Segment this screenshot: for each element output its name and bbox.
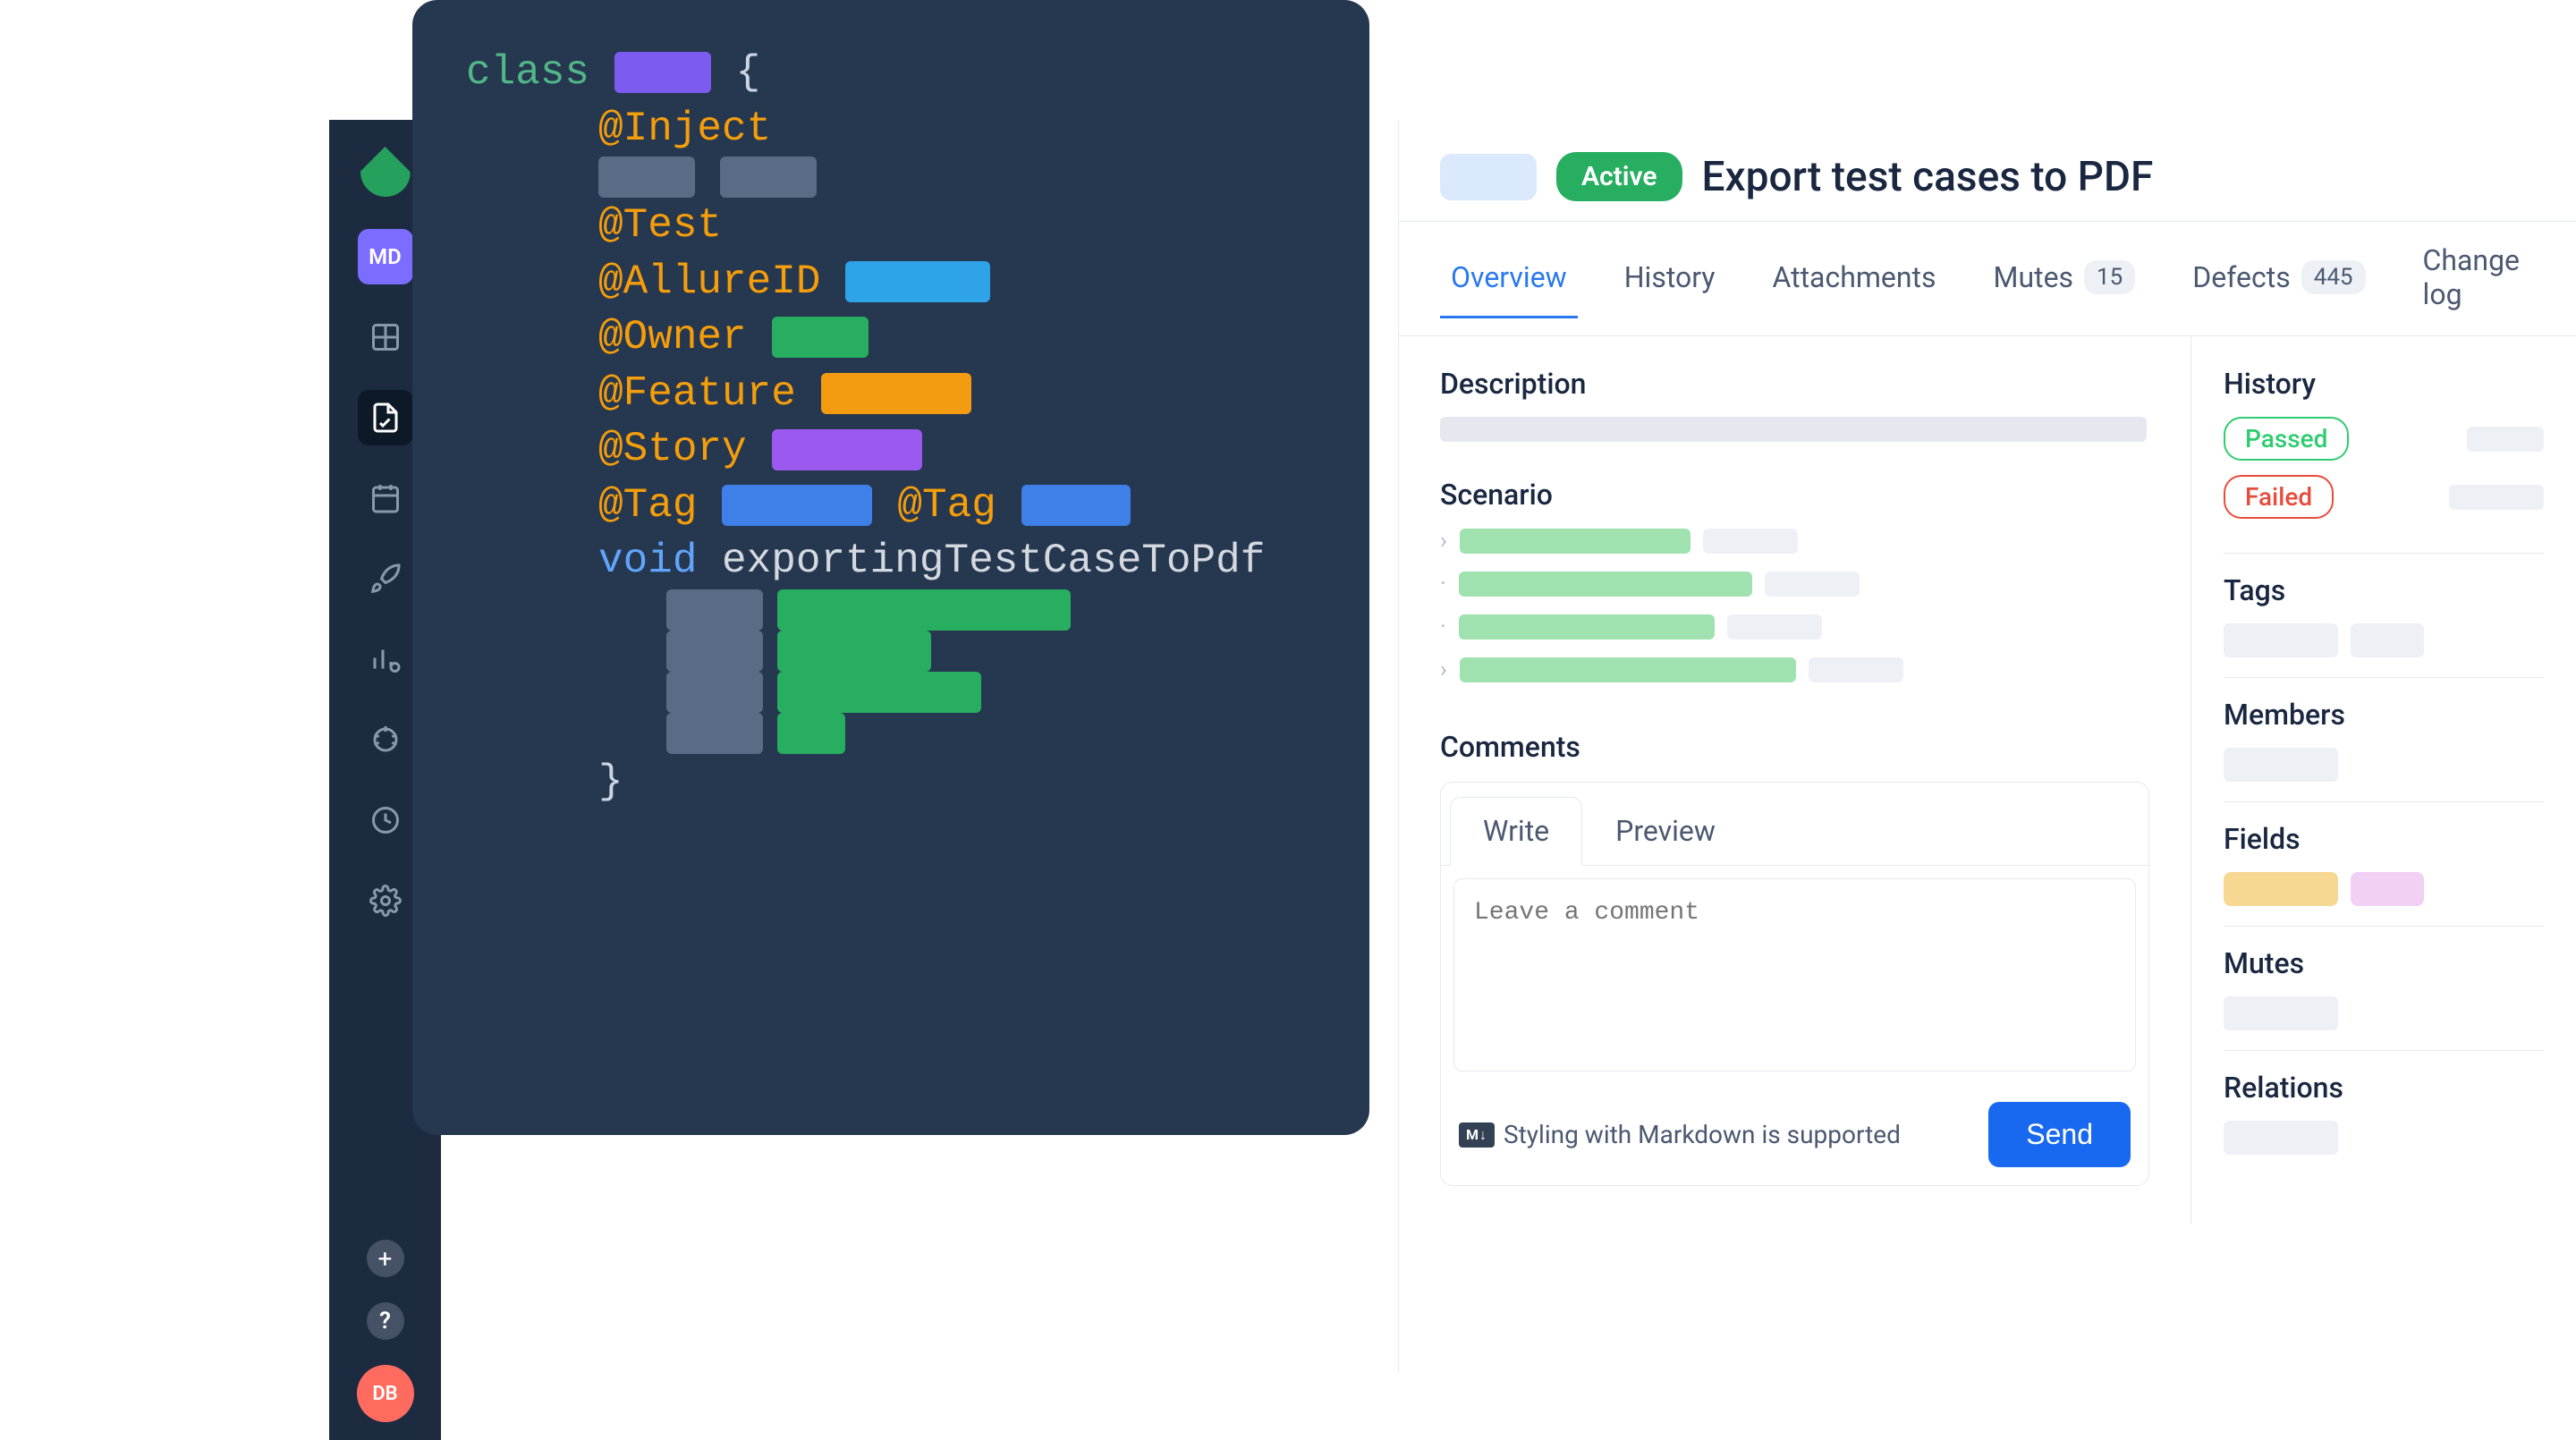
chevron-right-icon: › <box>1440 528 1447 555</box>
keyword-void: void <box>598 533 697 589</box>
tab-mutes[interactable]: Mutes 15 <box>1983 239 2147 318</box>
description-placeholder <box>1440 417 2147 442</box>
tab-history[interactable]: History <box>1614 239 1726 318</box>
nav-plans[interactable] <box>358 470 413 526</box>
tab-overview[interactable]: Overview <box>1440 239 1578 318</box>
scenario-step[interactable]: · <box>1440 571 2149 597</box>
comment-tab-write[interactable]: Write <box>1450 797 1582 866</box>
code-panel: class { @Inject @Test @AllureID @Owner @… <box>412 0 1369 1135</box>
scenario-step[interactable]: › <box>1440 656 2149 683</box>
side-mutes-heading: Mutes <box>2224 946 2544 980</box>
status-failed: Failed <box>2224 475 2334 519</box>
nav-analytics[interactable] <box>358 631 413 687</box>
send-button[interactable]: Send <box>1988 1102 2131 1167</box>
defects-count: 445 <box>2301 260 2366 294</box>
side-fields-heading: Fields <box>2224 822 2544 856</box>
anno-test: @Test <box>598 198 722 254</box>
side-tags-heading: Tags <box>2224 573 2544 607</box>
method-name: exportingTestCaseToPdf <box>697 533 1265 589</box>
comments-heading: Comments <box>1440 730 2149 764</box>
detail-panel: Active Export test cases to PDF Overview… <box>1398 120 2576 1374</box>
field-chip <box>2351 872 2424 906</box>
anno-story: @Story <box>598 421 747 478</box>
anno-inject: @Inject <box>598 101 771 157</box>
nav-defects[interactable] <box>358 712 413 767</box>
nav-settings[interactable] <box>358 873 413 928</box>
tab-changelog[interactable]: Change log <box>2412 222 2535 335</box>
description-heading: Description <box>1440 367 2149 401</box>
nav-test-cases[interactable] <box>358 390 413 445</box>
scenario-step[interactable]: · <box>1440 614 2149 640</box>
help-button[interactable]: ? <box>367 1302 404 1340</box>
brace-close: } <box>598 754 623 810</box>
side-relations-heading: Relations <box>2224 1071 2544 1105</box>
anno-allureid: @AllureID <box>598 254 820 310</box>
anno-tag1: @Tag <box>598 478 697 534</box>
anno-owner: @Owner <box>598 309 747 366</box>
comment-input[interactable] <box>1453 878 2136 1072</box>
detail-tabs: Overview History Attachments Mutes 15 De… <box>1399 221 2576 336</box>
nav-dashboard[interactable] <box>358 309 413 365</box>
scenario-heading: Scenario <box>1440 478 2149 512</box>
markdown-note: M↓ Styling with Markdown is supported <box>1459 1120 1901 1149</box>
status-badge-active: Active <box>1556 152 1682 201</box>
chevron-right-icon: › <box>1440 656 1447 683</box>
bullet-icon: · <box>1440 614 1446 640</box>
bullet-icon: · <box>1440 571 1446 597</box>
comment-tab-preview[interactable]: Preview <box>1582 797 1749 865</box>
comments-box: Write Preview M↓ Styling with Markdown i… <box>1440 782 2149 1186</box>
anno-feature: @Feature <box>598 366 796 422</box>
scenario-step[interactable]: › <box>1440 528 2149 555</box>
status-passed: Passed <box>2224 417 2349 461</box>
tab-defects[interactable]: Defects 445 <box>2182 239 2376 318</box>
nav-jobs[interactable] <box>358 792 413 848</box>
anno-tag2: @Tag <box>897 478 996 534</box>
workspace-badge[interactable]: MD <box>358 229 413 284</box>
nav-launches[interactable] <box>358 551 413 606</box>
tab-attachments[interactable]: Attachments <box>1762 239 1947 318</box>
add-button[interactable]: + <box>367 1240 404 1277</box>
logo <box>360 147 411 197</box>
side-members-heading: Members <box>2224 698 2544 732</box>
header-tag-placeholder <box>1440 154 1537 200</box>
field-chip <box>2224 872 2338 906</box>
markdown-icon: M↓ <box>1459 1122 1495 1148</box>
mutes-count: 15 <box>2084 260 2135 294</box>
brace-open: { <box>711 45 760 101</box>
page-title: Export test cases to PDF <box>1702 153 2154 201</box>
side-history-heading: History <box>2224 367 2544 401</box>
keyword-class: class <box>466 45 589 101</box>
